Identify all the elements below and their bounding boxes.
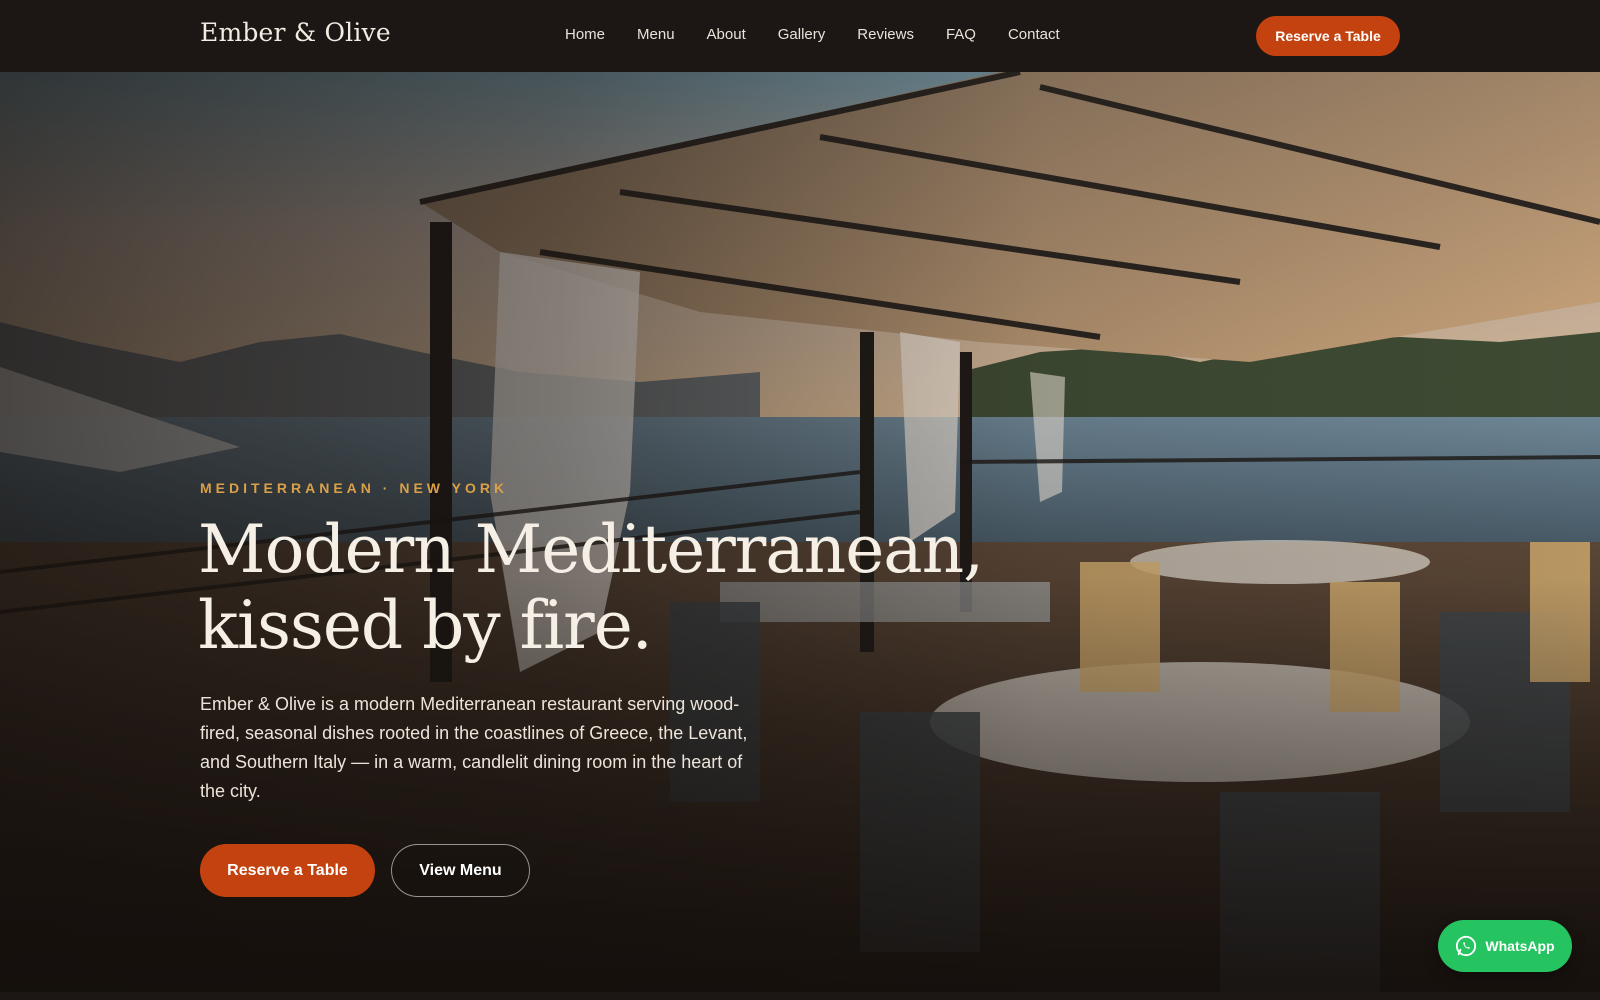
main-nav: Home Menu About Gallery Reviews FAQ Cont… (565, 26, 1092, 43)
page-bottom-strip (0, 992, 1600, 1000)
whatsapp-label: WhatsApp (1485, 938, 1555, 954)
nav-gallery-link[interactable]: Gallery (778, 26, 826, 43)
hero-headline: Modern Mediterranean, kissed by fire. (198, 512, 998, 664)
hero-view-menu-button[interactable]: View Menu (391, 844, 530, 897)
hero-headline-line-1: Modern Mediterranean, (198, 511, 984, 588)
whatsapp-chat-button[interactable]: WhatsApp (1438, 920, 1572, 972)
nav-faq-link[interactable]: FAQ (946, 26, 976, 43)
whatsapp-icon (1455, 935, 1477, 957)
hero-section: MEDITERRANEAN · NEW YORK Modern Mediterr… (0, 72, 1600, 992)
brand-logo[interactable]: Ember & Olive (200, 18, 391, 47)
hero-headline-line-2: kissed by fire. (198, 587, 653, 664)
nav-contact-link[interactable]: Contact (1008, 26, 1060, 43)
header-reserve-button[interactable]: Reserve a Table (1256, 16, 1400, 56)
hero-eyebrow: MEDITERRANEAN · NEW YORK (200, 480, 509, 496)
nav-menu-link[interactable]: Menu (637, 26, 675, 43)
site-header: Ember & Olive Home Menu About Gallery Re… (0, 0, 1600, 72)
nav-home-link[interactable]: Home (565, 26, 605, 43)
nav-reviews-link[interactable]: Reviews (857, 26, 914, 43)
hero-reserve-button[interactable]: Reserve a Table (200, 844, 375, 897)
hero-description: Ember & Olive is a modern Mediterranean … (200, 694, 748, 801)
nav-about-link[interactable]: About (707, 26, 746, 43)
